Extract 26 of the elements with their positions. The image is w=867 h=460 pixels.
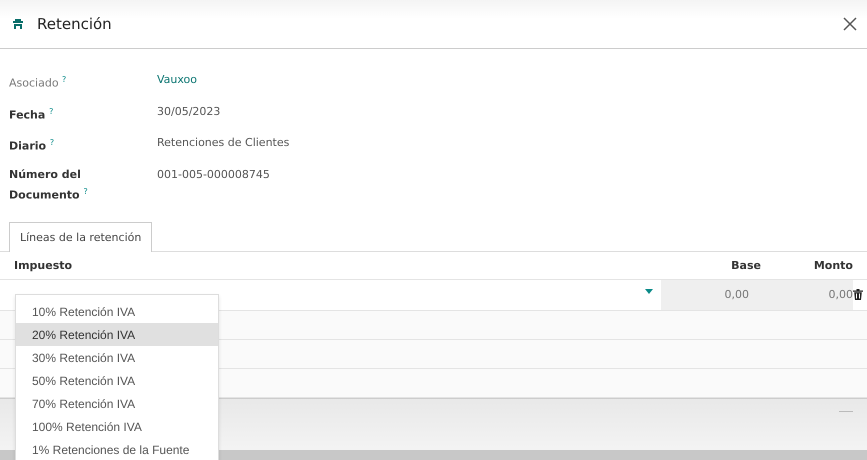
tab[interactable]: Líneas de la retención — [9, 222, 152, 252]
column-header: Impuesto — [14, 258, 74, 272]
dropdown-option[interactable]: 30% Retención IVA — [16, 346, 218, 369]
table-cell: 0,00 — [828, 288, 853, 302]
column-header: Base — [730, 258, 761, 272]
dropdown-option[interactable]: 10% Retención IVA — [16, 300, 218, 323]
dropdown-option[interactable]: 100% Retención IVA — [16, 415, 218, 438]
logo-icon — [12, 18, 24, 30]
dropdown-option[interactable]: 50% Retención IVA — [16, 369, 218, 392]
caret-icon — [645, 288, 653, 294]
table-cell: 0,00 — [724, 288, 749, 302]
dropdown-option[interactable]: 20% Retención IVA — [16, 323, 218, 346]
field-label: Fecha $^{?}$ — [9, 106, 54, 124]
field-label: Asociado $^{?}$ — [9, 74, 68, 92]
dropdown-option[interactable]: 70% Retención IVA — [16, 392, 218, 415]
field-value: 001-005-000008745 — [157, 166, 271, 183]
field-label: Número del Documento $^{?}$ — [9, 166, 89, 204]
field-label: Diario $^{?}$ — [9, 137, 56, 155]
trash-icon[interactable] — [853, 289, 863, 300]
window-title: Retención — [37, 15, 113, 33]
column-header: Monto — [812, 258, 853, 272]
close-icon[interactable] — [843, 17, 857, 31]
field-value: Retenciones de Clientes — [157, 135, 290, 152]
field-value[interactable]: Vauxoo — [157, 71, 858, 92]
dropdown-option[interactable]: 1% Retenciones de la Fuente — [16, 438, 218, 460]
field-value: 30/05/2023 — [157, 104, 222, 120]
